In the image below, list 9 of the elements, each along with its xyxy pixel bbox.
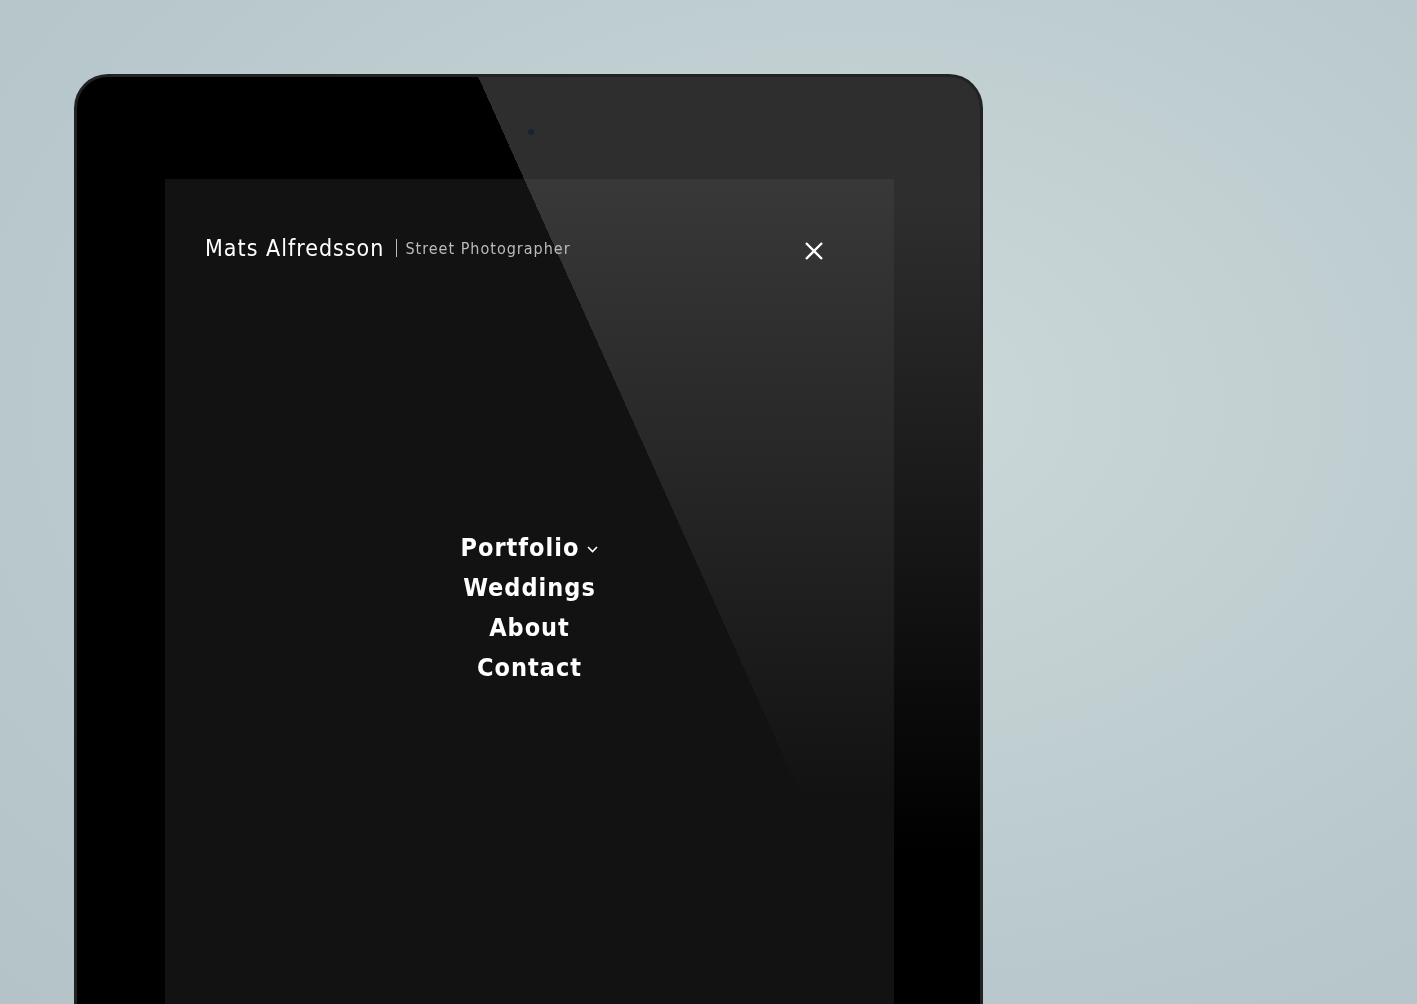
caret-icon[interactable]: [587, 545, 599, 553]
close-icon[interactable]: [804, 241, 824, 261]
menu-link[interactable]: Portfolio: [460, 532, 580, 562]
site-subtitle: Street Photographer: [405, 238, 571, 258]
divider-bar: [396, 239, 398, 257]
menu-link[interactable]: About: [489, 612, 570, 642]
site-title[interactable]: Mats Alfredsson: [205, 235, 385, 261]
menu-link[interactable]: Weddings: [463, 572, 596, 602]
menu-link[interactable]: Contact: [477, 652, 582, 682]
